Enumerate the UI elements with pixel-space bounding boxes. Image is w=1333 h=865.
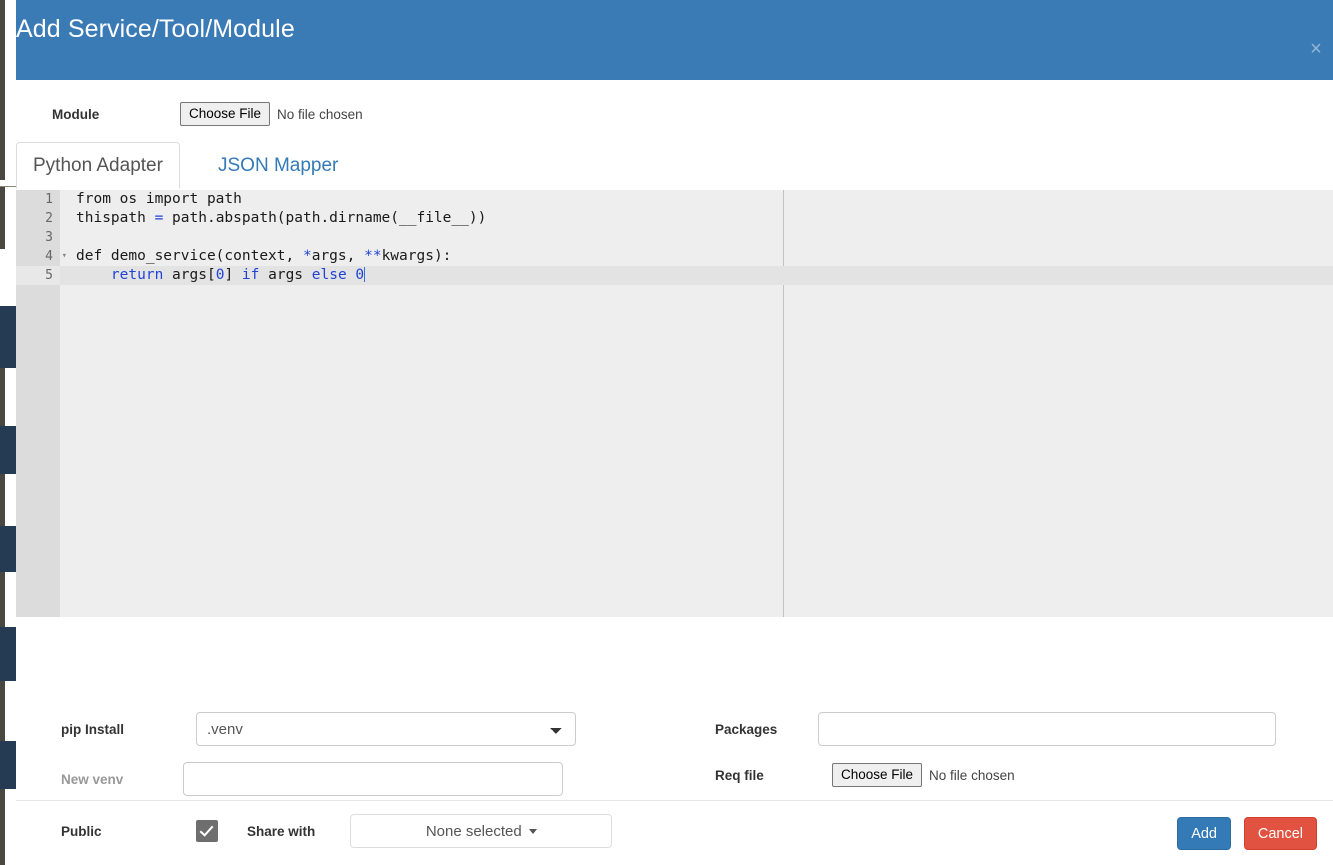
backdrop-shade (0, 368, 5, 426)
pip-install-select[interactable]: .venv (196, 712, 576, 746)
tab-python-adapter[interactable]: Python Adapter (16, 142, 180, 189)
settings-form: pip Install .venv New venv Public Share … (16, 640, 1333, 848)
backdrop-shade (0, 0, 5, 180)
module-file-status: No file chosen (277, 106, 363, 122)
new-venv-input[interactable] (183, 762, 563, 796)
code-line: thispath = path.abspath(path.dirname(__f… (76, 210, 487, 226)
backdrop-band (0, 627, 16, 681)
module-choose-file-button[interactable]: Choose File (180, 102, 271, 126)
backdrop-shade (0, 474, 5, 526)
modal-body: Module Choose File No file chosen Python… (16, 80, 1333, 848)
backdrop-band (0, 426, 16, 474)
close-icon[interactable]: × (1305, 39, 1327, 61)
packages-label: Packages (715, 721, 778, 737)
add-service-modal: Add Service/Tool/Module × Module Choose … (16, 0, 1333, 865)
gutter-line-number: 4 ▾ (45, 249, 67, 264)
backdrop-shade (0, 681, 5, 741)
tab-json-mapper[interactable]: JSON Mapper (201, 142, 355, 189)
backdrop-band (0, 306, 16, 368)
modal-header: Add Service/Tool/Module × (16, 0, 1333, 80)
code-line: return args[0] if args else 0 (60, 266, 1333, 285)
editor-gutter: 1 2 3 4 ▾ 5 (16, 190, 67, 617)
backdrop-band (0, 741, 16, 789)
backdrop-band (0, 526, 16, 572)
gutter-line-number: 1 (45, 192, 53, 207)
backdrop-shade (0, 572, 5, 627)
editor-tabs: Python Adapter JSON Mapper (16, 142, 1333, 191)
page-title: Add Service/Tool/Module (16, 15, 295, 43)
gutter-line-number: 5 (16, 266, 60, 285)
req-file-status: No file chosen (929, 767, 1015, 783)
code-line: from os import path (76, 191, 242, 207)
new-venv-label: New venv (61, 771, 124, 787)
backdrop-shade (0, 789, 5, 865)
packages-row: Packages (670, 712, 1276, 746)
req-file-label: Req file (715, 767, 764, 783)
modal-footer: Add Cancel (16, 800, 1333, 865)
req-file-choose-file-button[interactable]: Choose File (832, 763, 923, 787)
packages-input[interactable] (818, 712, 1276, 746)
new-venv-row: New venv (16, 762, 563, 796)
req-file-input[interactable]: Choose File No file chosen (832, 763, 1015, 787)
pip-install-label: pip Install (61, 721, 125, 737)
pip-install-row: pip Install .venv (16, 712, 576, 746)
editor-text-area[interactable]: from os import path thispath = path.absp… (60, 190, 1333, 617)
gutter-line-number: 2 (45, 211, 53, 226)
module-row: Module Choose File No file chosen (16, 102, 363, 126)
module-label: Module (52, 106, 100, 122)
req-file-row: Req file Choose File No file chosen (670, 758, 1015, 792)
module-file-input[interactable]: Choose File No file chosen (180, 102, 363, 126)
code-line: def demo_service(context, *args, **kwarg… (76, 248, 452, 264)
backdrop-shade (0, 187, 5, 249)
add-button[interactable]: Add (1177, 817, 1231, 850)
page-backdrop (0, 0, 16, 865)
cancel-button[interactable]: Cancel (1243, 817, 1317, 850)
gutter-line-number: 3 (45, 230, 53, 245)
code-editor[interactable]: 1 2 3 4 ▾ 5 from os import path thispath … (16, 190, 1333, 617)
